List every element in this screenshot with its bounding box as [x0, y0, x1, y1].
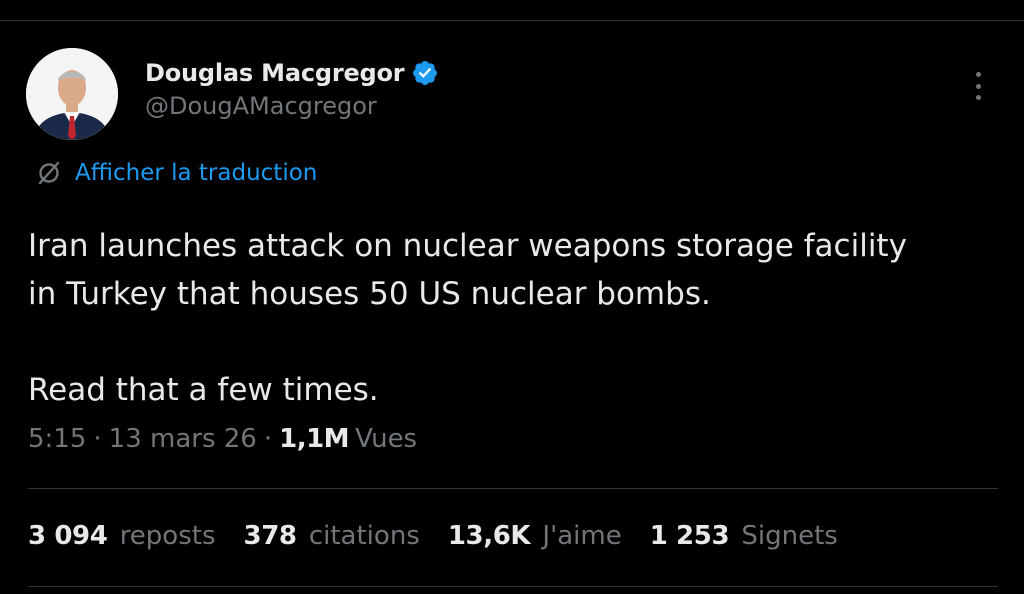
- bookmarks-count: 1 253: [649, 521, 730, 551]
- reposts-stat[interactable]: 3 094 reposts: [28, 521, 216, 551]
- display-name[interactable]: Douglas Macgregor: [145, 59, 405, 87]
- verified-badge-icon: [411, 59, 439, 87]
- avatar-portrait-image: [26, 48, 118, 140]
- tweet-date[interactable]: 13 mars 26: [109, 424, 257, 454]
- reposts-label: reposts: [119, 521, 216, 551]
- likes-count: 13,6K: [447, 521, 531, 551]
- reposts-count: 3 094: [28, 521, 108, 551]
- tweet-time[interactable]: 5:15: [28, 424, 86, 454]
- views-label: Vues: [355, 424, 418, 454]
- show-translation-link[interactable]: Afficher la traduction: [36, 160, 317, 186]
- views-count: 1,1M: [279, 424, 350, 454]
- top-divider: [0, 20, 1024, 21]
- bottom-divider: [28, 586, 998, 587]
- likes-stat[interactable]: 13,6K J'aime: [448, 521, 622, 551]
- meta-separator: ·: [263, 424, 273, 454]
- bookmarks-stat[interactable]: 1 253 Signets: [650, 521, 838, 551]
- avatar[interactable]: [26, 48, 118, 140]
- mid-divider: [28, 488, 998, 489]
- meta-separator: ·: [93, 424, 102, 454]
- tweet-meta: 5:15 · 13 mars 26 · 1,1M Vues: [28, 424, 417, 454]
- bookmarks-label: Signets: [741, 521, 838, 551]
- author-block[interactable]: Douglas Macgregor @DougAMacgregor: [145, 56, 439, 120]
- tweet-text: Iran launches attack on nuclear weapons …: [28, 228, 907, 408]
- quotes-count: 378: [243, 521, 297, 551]
- show-translation-label: Afficher la traduction: [75, 160, 318, 186]
- quotes-label: citations: [308, 521, 420, 551]
- more-options-icon[interactable]: [966, 66, 990, 106]
- name-row: Douglas Macgregor: [145, 56, 439, 90]
- quotes-stat[interactable]: 378 citations: [244, 521, 420, 551]
- translate-icon: [36, 160, 62, 186]
- engagement-stats: 3 094 reposts 378 citations 13,6K J'aime…: [28, 521, 866, 551]
- user-handle[interactable]: @DougAMacgregor: [145, 92, 439, 120]
- likes-label: J'aime: [542, 521, 622, 551]
